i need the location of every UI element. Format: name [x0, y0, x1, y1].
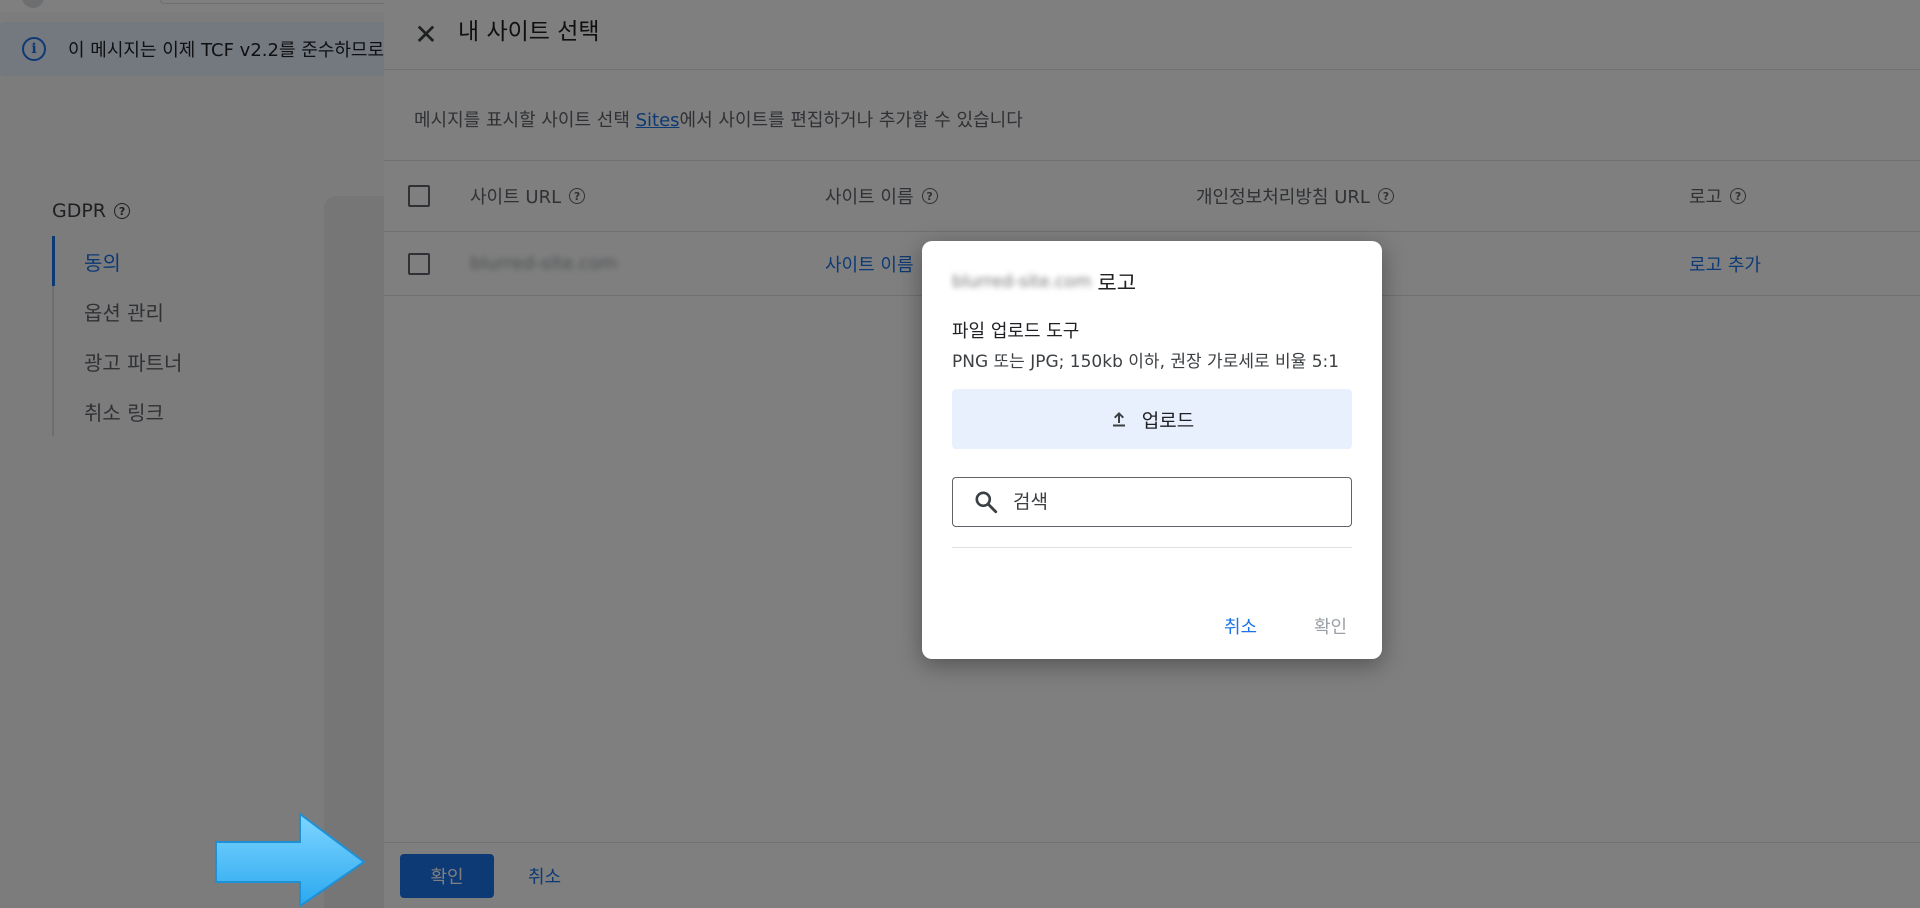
dialog-title-site: blurred-site.com: [952, 272, 1092, 292]
upload-icon: [1112, 412, 1125, 427]
annotation-arrow-icon: [215, 812, 366, 908]
dialog-title-suffix: 로고: [1097, 271, 1137, 295]
dialog-subtitle: 파일 업로드 도구: [952, 321, 1080, 342]
upload-label: 업로드: [1141, 409, 1195, 432]
dialog-ok-button[interactable]: 확인: [1314, 613, 1347, 639]
dialog-divider: [952, 547, 1352, 548]
search-input[interactable]: [1013, 491, 1333, 513]
dialog-hint: PNG 또는 JPG; 150kb 이하, 권장 가로세로 비율 5:1: [952, 352, 1340, 372]
upload-button[interactable]: 업로드: [952, 389, 1352, 449]
dialog-title: blurred-site.com 로고: [952, 267, 1136, 297]
search-field[interactable]: [952, 477, 1352, 527]
search-icon: [975, 491, 998, 514]
dialog-cancel-button[interactable]: 취소: [1224, 613, 1257, 639]
logo-upload-dialog: blurred-site.com 로고 파일 업로드 도구 PNG 또는 JPG…: [922, 241, 1382, 659]
